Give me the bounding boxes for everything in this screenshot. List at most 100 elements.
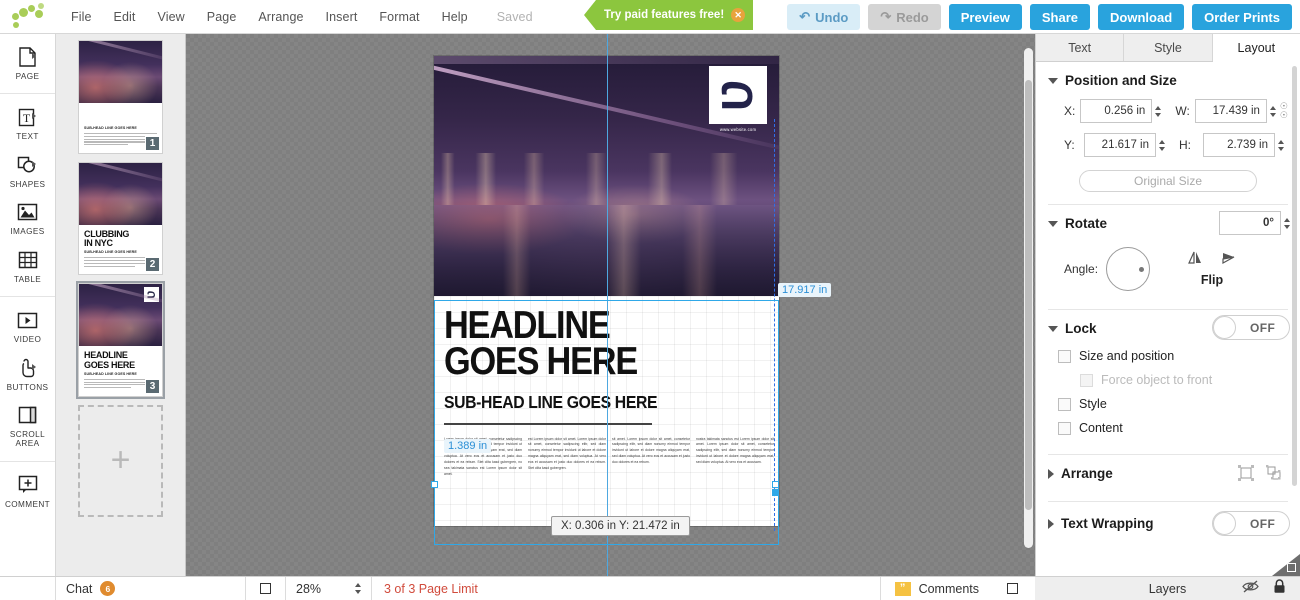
thumbnail-subhead: SUB-HEAD LINE GOES HERE (84, 371, 137, 376)
h-input[interactable]: 2.739 in (1203, 133, 1275, 157)
original-size-button[interactable]: Original Size (1079, 170, 1257, 192)
resize-handle-right[interactable] (772, 481, 779, 488)
panel-toggle-icon (1006, 583, 1018, 594)
flip-vertical-icon[interactable] (1220, 250, 1238, 271)
ungroup-objects-icon[interactable] (1266, 465, 1282, 484)
add-page-button[interactable]: + (78, 404, 163, 517)
y-stepper[interactable] (1159, 139, 1165, 151)
comments-panel-toggle[interactable] (989, 577, 1035, 600)
sidebar-item-label: COMMENT (4, 499, 51, 509)
panel-scrollbar-thumb[interactable] (1292, 66, 1297, 486)
design-canvas[interactable]: Ʋ www.website.com HEADLINE GOES HERE SUB… (186, 34, 1035, 576)
status-spacer (0, 576, 56, 600)
rotate-angle-input[interactable]: 0° (1219, 211, 1281, 235)
chat-button[interactable]: Chat 6 (56, 576, 246, 600)
canvas-scrollbar[interactable] (1024, 48, 1033, 548)
sidebar-item-comment[interactable]: COMMENT (0, 468, 55, 515)
thumbnail-logo-icon: Ʋ (144, 287, 159, 303)
menu-item-page[interactable]: Page (196, 6, 248, 28)
download-button[interactable]: Download (1098, 4, 1185, 30)
y-label: Y: (1064, 138, 1075, 152)
row-x-w: X: 0.256 in W: 17.439 in ☉ ☉ (1036, 96, 1300, 126)
menu-item-help[interactable]: Help (431, 6, 479, 28)
panel-resize-grip[interactable] (1272, 554, 1300, 576)
sidebar-item-text[interactable]: T TEXT (0, 100, 55, 147)
share-button[interactable]: Share (1029, 4, 1091, 30)
redo-button[interactable]: ↷ Redo (868, 4, 941, 30)
canvas-scrollbar-thumb[interactable] (1025, 80, 1032, 510)
lock-icon[interactable] (1273, 578, 1286, 599)
list-item[interactable]: Ʋ HEADLINE GOES HERE SUB-HEAD LINE GOES … (76, 281, 165, 399)
tab-text[interactable]: Text (1036, 34, 1125, 61)
preview-button[interactable]: Preview (948, 4, 1022, 30)
menu-item-file[interactable]: File (60, 6, 103, 28)
undo-button[interactable]: ↶ Undo (787, 4, 861, 30)
w-input[interactable]: 17.439 in (1194, 99, 1267, 123)
resize-handle-corner[interactable] (772, 489, 779, 496)
panel-tabs: Text Style Layout (1036, 34, 1300, 62)
menu-item-view[interactable]: View (147, 6, 196, 28)
section-text-wrapping-header[interactable]: Text Wrapping OFF (1036, 502, 1300, 539)
zoom-stepper[interactable]: 28% (286, 576, 372, 600)
zoom-stepper-arrows[interactable] (355, 583, 361, 594)
x-input[interactable]: 0.256 in (1080, 99, 1153, 123)
list-item[interactable]: CLUBBING IN NYC SUB-HEAD LINE GOES HERE … (78, 161, 163, 276)
promo-banner[interactable]: Try paid features free! ✕ (584, 0, 754, 30)
angle-dial[interactable] (1106, 247, 1151, 291)
sidebar-item-page[interactable]: PAGE (0, 40, 55, 87)
lock-toggle[interactable]: OFF (1212, 315, 1290, 340)
menu-item-edit[interactable]: Edit (103, 6, 147, 28)
menu-item-format[interactable]: Format (368, 6, 430, 28)
text-wrapping-toggle[interactable]: OFF (1212, 511, 1290, 536)
checkbox-force-object-to-front[interactable]: Force object to front (1036, 368, 1300, 392)
tab-layout[interactable]: Layout (1212, 34, 1300, 62)
sidebar-item-images[interactable]: IMAGES (0, 195, 55, 242)
sidebar-item-scroll-area[interactable]: SCROLL AREA (0, 398, 55, 455)
pages-panel[interactable]: SUB-HEAD LINE GOES HERE 1 CLUBBING IN NY… (56, 34, 186, 576)
document-logo[interactable]: Ʋ www.website.com (709, 66, 767, 132)
section-position-and-size-header[interactable]: Position and Size (1036, 62, 1300, 96)
resize-handle-left[interactable] (431, 481, 438, 488)
eye-hidden-icon[interactable] (1242, 579, 1259, 598)
rotate-angle-stepper[interactable] (1284, 217, 1290, 229)
sidebar-item-table[interactable]: TABLE (0, 243, 55, 290)
comments-button[interactable]: ” Comments (879, 576, 989, 600)
checkbox-icon[interactable] (1058, 349, 1071, 363)
chevron-down-icon (1048, 220, 1058, 227)
checkbox-content[interactable]: Content (1036, 416, 1300, 440)
aspect-ratio-lock-icon[interactable]: ☉ ☉ (1280, 101, 1288, 121)
sidebar-item-shapes[interactable]: SHAPES (0, 148, 55, 195)
w-stepper[interactable] (1269, 105, 1276, 117)
checkbox-size-and-position[interactable]: Size and position (1036, 344, 1300, 368)
sidebar-item-label: TEXT (16, 132, 39, 142)
panel-scrollbar[interactable] (1292, 66, 1298, 546)
chevron-right-icon (31, 160, 36, 167)
checkbox-style[interactable]: Style (1036, 392, 1300, 416)
thumbnail-subhead: SUB-HEAD LINE GOES HERE (84, 250, 137, 255)
flip-horizontal-icon[interactable] (1186, 250, 1204, 271)
checkbox-icon[interactable] (1080, 373, 1093, 387)
list-item[interactable]: SUB-HEAD LINE GOES HERE 1 (78, 40, 163, 154)
selection-box[interactable] (434, 300, 779, 545)
layers-bar[interactable]: Layers (1035, 576, 1300, 600)
app-logo (8, 0, 52, 34)
h-stepper[interactable] (1278, 139, 1284, 151)
tab-style[interactable]: Style (1124, 34, 1213, 61)
scroll-area-icon (15, 403, 41, 427)
section-rotate-header[interactable]: Rotate 0° (1036, 205, 1300, 239)
rail-group-comment: COMMENT (0, 462, 55, 521)
checkbox-icon[interactable] (1058, 397, 1071, 411)
group-objects-icon[interactable] (1238, 465, 1254, 484)
x-stepper[interactable] (1155, 105, 1162, 117)
y-input[interactable]: 21.617 in (1084, 133, 1156, 157)
menu-item-arrange[interactable]: Arrange (247, 6, 314, 28)
fullscreen-toggle[interactable] (246, 576, 286, 600)
close-icon[interactable]: ✕ (731, 8, 746, 22)
checkbox-icon[interactable] (1058, 421, 1071, 435)
section-lock-header[interactable]: Lock OFF (1036, 310, 1300, 344)
order-prints-button[interactable]: Order Prints (1192, 4, 1292, 30)
sidebar-item-video[interactable]: VIDEO (0, 303, 55, 350)
sidebar-item-buttons[interactable]: BUTTONS (0, 351, 55, 398)
section-arrange-header[interactable]: Arrange (1036, 455, 1300, 489)
menu-item-insert[interactable]: Insert (315, 6, 369, 28)
